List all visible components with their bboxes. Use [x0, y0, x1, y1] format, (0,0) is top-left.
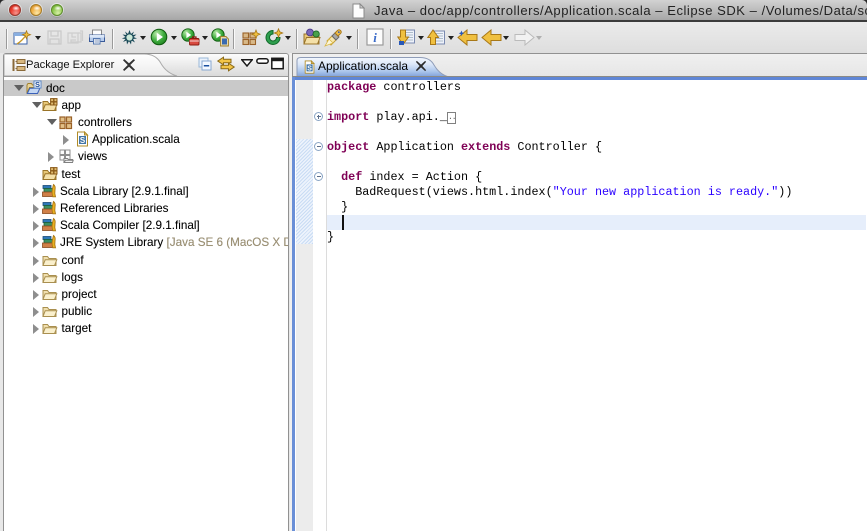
svg-text:i: i — [373, 30, 377, 45]
